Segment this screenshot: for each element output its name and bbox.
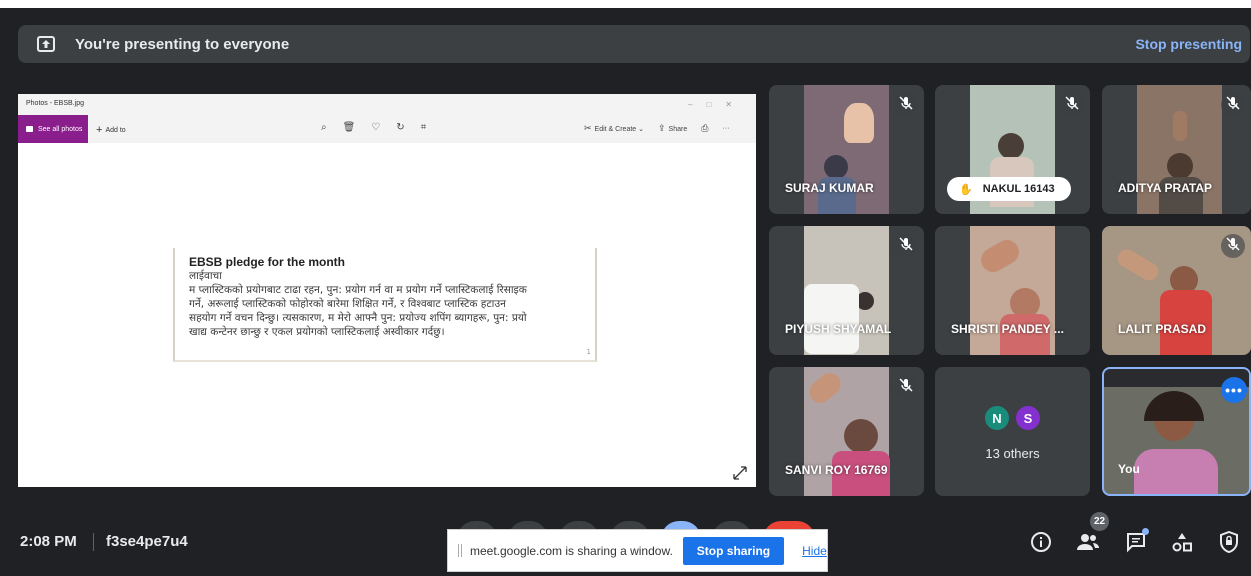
- print-icon[interactable]: ⎙: [701, 123, 708, 134]
- fullscreen-expand-icon[interactable]: [733, 466, 747, 480]
- plus-icon: +: [96, 124, 103, 136]
- see-all-photos-button[interactable]: See all photos: [18, 115, 88, 143]
- pledge-line: म प्लास्टिकको प्रयोगबाट टाढा रहन, पुन: प…: [189, 284, 527, 296]
- favorite-icon[interactable]: ♡: [371, 122, 380, 133]
- zoom-icon[interactable]: ⌕: [321, 122, 327, 133]
- add-to-label: Add to: [105, 127, 126, 134]
- pledge-line: लाईवाचा: [189, 270, 222, 282]
- photos-icon: [26, 126, 33, 132]
- raised-hand-pill: ✋ NAKUL 16143: [947, 177, 1071, 201]
- stop-sharing-button[interactable]: Stop sharing: [682, 536, 785, 565]
- photo-edit-tools: ⌕ 🗑 ♡ ↻ ⌗: [321, 122, 426, 133]
- pledge-title: EBSB pledge for the month: [189, 255, 345, 269]
- edit-create-label: Edit & Create: [594, 126, 637, 133]
- mic-off-icon: [898, 377, 914, 393]
- share-icon: ⇪: [658, 123, 666, 133]
- divider: [93, 533, 94, 551]
- drag-handle-icon[interactable]: [458, 544, 462, 557]
- edit-icon: ✂: [584, 123, 592, 133]
- meeting-time: 2:08 PM: [20, 533, 77, 550]
- browser-top-edge: [0, 0, 1251, 8]
- photos-window-title: Photos - EBSB.jpg: [26, 100, 84, 107]
- mic-off-icon: [1225, 236, 1241, 252]
- participant-name: SANVI ROY 16769: [785, 463, 888, 477]
- participant-name: SURAJ KUMAR: [785, 181, 874, 195]
- participant-name: SHRISTI PANDEY ...: [951, 322, 1064, 336]
- others-tile[interactable]: N S 13 others: [935, 367, 1090, 496]
- activities-icon[interactable]: [1170, 530, 1194, 554]
- participant-tile[interactable]: SURAJ KUMAR: [769, 85, 924, 214]
- sharing-message: meet.google.com is sharing a window.: [470, 543, 673, 558]
- participant-tile[interactable]: SHRISTI PANDEY ...: [935, 226, 1090, 355]
- hide-link[interactable]: Hide: [802, 544, 827, 558]
- mic-off-icon: [898, 236, 914, 252]
- chat-notification-dot: [1142, 528, 1149, 535]
- mic-off-icon: [1225, 95, 1241, 111]
- pledge-page-number: 1: [586, 348, 591, 356]
- others-count: 13 others: [985, 446, 1040, 461]
- more-options-icon[interactable]: ···: [722, 125, 729, 132]
- mic-off-icon: [898, 95, 914, 111]
- add-to-button[interactable]: + Add to: [96, 124, 126, 136]
- participant-name: ADITYA PRATAP: [1118, 181, 1213, 195]
- participant-tile[interactable]: LALIT PRASAD: [1102, 226, 1251, 355]
- pledge-line: गर्ने, अरूलाई प्लास्टिकको फोहोरको बारेमा…: [189, 298, 506, 310]
- window-controls: –□✕: [688, 100, 746, 109]
- pledge-line: खाद्य कन्टेनर छान्छु र एकल प्रयोगको प्ला…: [189, 326, 445, 338]
- rotate-icon[interactable]: ↻: [396, 122, 404, 133]
- photos-toolbar: See all photos + Add to ⌕ 🗑 ♡ ↻ ⌗ ✂ Edit &…: [18, 115, 756, 143]
- sharing-notification: meet.google.com is sharing a window. Sto…: [447, 529, 828, 572]
- participant-name: LALIT PRASAD: [1118, 322, 1206, 336]
- crop-icon[interactable]: ⌗: [421, 122, 427, 133]
- see-all-photos-label: See all photos: [38, 125, 83, 133]
- host-controls-shield-icon[interactable]: [1217, 530, 1241, 554]
- presenting-banner: You're presenting to everyone Stop prese…: [18, 25, 1250, 63]
- present-to-all-icon: [37, 36, 55, 52]
- stop-presenting-button[interactable]: Stop presenting: [1135, 36, 1242, 52]
- people-icon[interactable]: [1076, 530, 1100, 554]
- pledge-line: सहयोग गर्ने वचन दिन्छु। त्यसकारण, म मेरो…: [189, 312, 527, 324]
- delete-icon[interactable]: 🗑: [343, 122, 356, 133]
- avatar: N: [983, 404, 1011, 432]
- participant-name: PIYUSH SHYAMAL: [785, 322, 892, 336]
- raised-hand-icon: ✋: [959, 183, 973, 196]
- participant-tile[interactable]: SANVI ROY 16769: [769, 367, 924, 496]
- photo-right-tools: ✂ Edit & Create ⌄ ⇪ Share ⎙ ···: [584, 123, 729, 134]
- mic-off-icon: [1064, 95, 1080, 111]
- shared-screen: Photos - EBSB.jpg –□✕ See all photos + Ad…: [18, 94, 756, 487]
- share-button[interactable]: ⇪ Share: [658, 123, 687, 134]
- more-options-button[interactable]: •••: [1221, 377, 1247, 403]
- meeting-code: f3se4pe7u4: [106, 533, 188, 550]
- self-tile[interactable]: ••• You: [1102, 367, 1251, 496]
- participant-tile[interactable]: ✋ NAKUL 16143: [935, 85, 1090, 214]
- participant-tile[interactable]: PIYUSH SHYAMAL: [769, 226, 924, 355]
- people-count-badge: 22: [1090, 512, 1109, 531]
- photos-title-bar: Photos - EBSB.jpg –□✕: [18, 94, 756, 115]
- pledge-image: EBSB pledge for the month लाईवाचा म प्ला…: [173, 248, 597, 362]
- share-label: Share: [668, 126, 688, 133]
- avatar: S: [1014, 404, 1042, 432]
- presenting-text: You're presenting to everyone: [75, 35, 290, 53]
- participant-tile[interactable]: ADITYA PRATAP: [1102, 85, 1251, 214]
- edit-create-menu[interactable]: ✂ Edit & Create ⌄: [584, 123, 644, 134]
- info-icon[interactable]: [1029, 530, 1053, 554]
- self-name: You: [1118, 462, 1140, 476]
- participant-name: NAKUL 16143: [982, 183, 1055, 195]
